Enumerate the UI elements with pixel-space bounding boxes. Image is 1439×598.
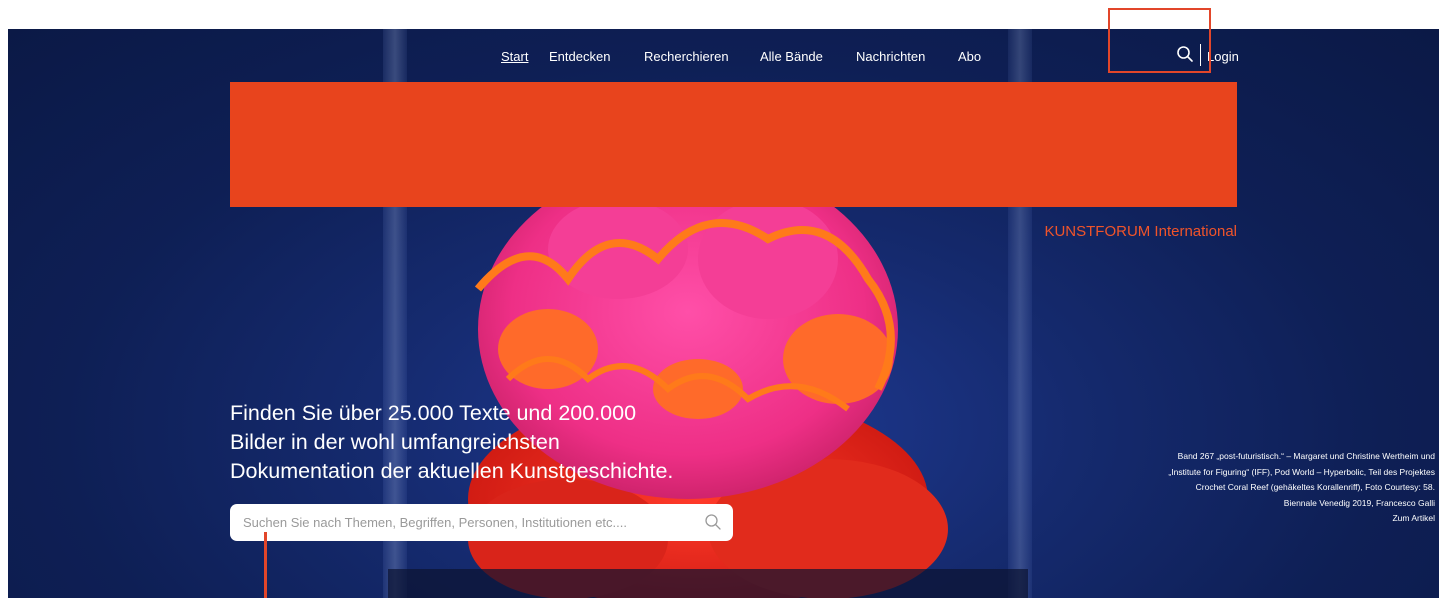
nav-item-alle-baende[interactable]: Alle Bände xyxy=(760,49,823,64)
headline-line-1: Finden Sie über 25.000 Texte und 200.000 xyxy=(230,401,637,425)
hero-search-input[interactable] xyxy=(243,504,693,541)
hero-search-box xyxy=(230,504,733,541)
hero-headline: Finden Sie über 25.000 Texte und 200.000… xyxy=(230,399,750,486)
login-link[interactable]: Login xyxy=(1207,49,1239,64)
headline-line-3: Dokumentation der aktuellen Kunstgeschic… xyxy=(230,459,674,483)
caption-article-link[interactable]: Zum Artikel xyxy=(1165,511,1435,527)
nav-item-abo[interactable]: Abo xyxy=(958,49,981,64)
nav-item-recherchieren[interactable]: Recherchieren xyxy=(644,49,729,64)
nav-item-entdecken[interactable]: Entdecken xyxy=(549,49,610,64)
brand-banner xyxy=(230,82,1237,207)
annotation-highlight-box xyxy=(1108,8,1211,73)
brand-name[interactable]: KUNSTFORUM International xyxy=(1044,223,1237,240)
caption-text: Band 267 „post-futuristisch.“ – Margaret… xyxy=(1168,451,1435,508)
headline-line-2: Bilder in der wohl umfangreichsten xyxy=(230,430,560,454)
search-icon[interactable] xyxy=(704,513,722,531)
annotation-pointer-line xyxy=(264,532,267,598)
nav-item-start[interactable]: Start xyxy=(501,49,528,64)
nav-item-nachrichten[interactable]: Nachrichten xyxy=(856,49,925,64)
image-caption: Band 267 „post-futuristisch.“ – Margaret… xyxy=(1165,449,1435,527)
